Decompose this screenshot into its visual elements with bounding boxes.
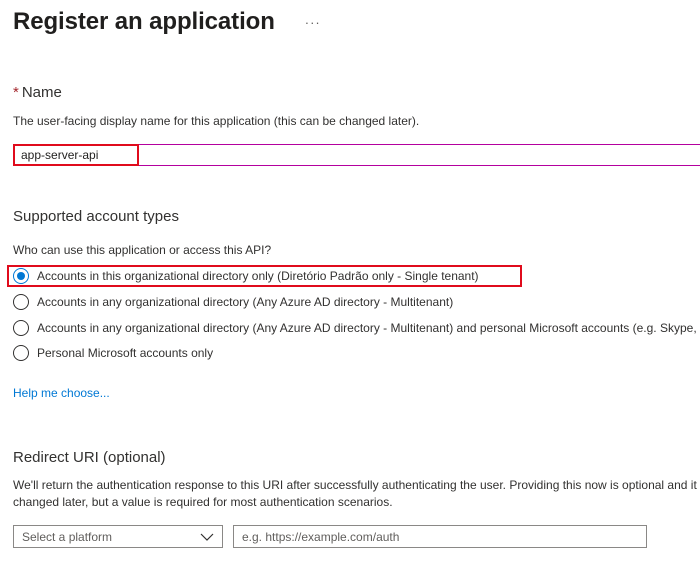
help-me-choose-link[interactable]: Help me choose... (13, 386, 110, 400)
redirect-help-line1: We'll return the authentication response… (13, 478, 700, 492)
account-types-label: Supported account types (13, 208, 179, 225)
radio-unselected-icon[interactable] (13, 294, 29, 310)
name-help-text: The user-facing display name for this ap… (13, 114, 420, 128)
account-option-label: Accounts in this organizational director… (37, 269, 479, 283)
radio-unselected-icon[interactable] (13, 345, 29, 361)
register-app-page: Register an application ··· * Name The us… (0, 0, 700, 566)
more-options-icon[interactable]: ··· (301, 13, 325, 32)
radio-unselected-icon[interactable] (13, 320, 29, 336)
redirect-uri-input[interactable] (233, 525, 647, 548)
account-option-label: Accounts in any organizational directory… (37, 321, 700, 335)
platform-select[interactable]: Select a platform (13, 525, 223, 548)
platform-select-value: Select a platform (22, 529, 113, 544)
account-option-personal[interactable]: Personal Microsoft accounts only (13, 345, 213, 361)
name-label: * Name (13, 84, 62, 101)
chevron-down-icon (200, 533, 214, 541)
page-title: Register an application (13, 8, 275, 35)
radio-selected-icon[interactable] (13, 268, 29, 284)
redirect-help-line2: changed later, but a value is required f… (13, 495, 393, 509)
account-option-label: Accounts in any organizational directory… (37, 295, 454, 309)
title-row: Register an application ··· (13, 8, 325, 36)
name-label-text: Name (21, 84, 62, 101)
account-option-label: Personal Microsoft accounts only (37, 346, 214, 360)
redirect-uri-label: Redirect URI (optional) (13, 449, 166, 466)
account-option-multitenant[interactable]: Accounts in any organizational directory… (13, 294, 453, 310)
account-option-multitenant-personal[interactable]: Accounts in any organizational directory… (13, 320, 700, 336)
required-marker: * (13, 84, 19, 101)
account-types-question: Who can use this application or access t… (13, 243, 272, 257)
name-input[interactable] (13, 144, 139, 166)
account-option-single-tenant[interactable]: Accounts in this organizational director… (13, 268, 479, 284)
name-field-underline (13, 144, 700, 166)
